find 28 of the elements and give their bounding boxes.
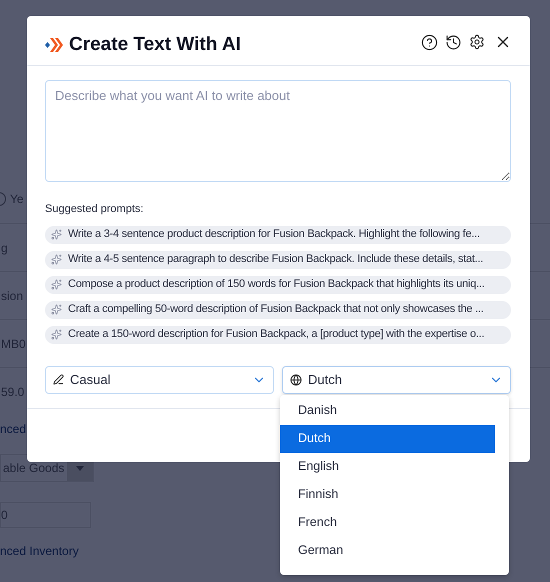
sparkle-icon: [51, 279, 62, 290]
language-option[interactable]: English: [280, 452, 495, 480]
history-icon[interactable]: [445, 34, 462, 50]
sparkle-icon: [51, 229, 62, 240]
prompt-chip[interactable]: Write a 4-5 sentence paragraph to describe Fusion Backpack. Include these details, stat...: [45, 250, 511, 268]
prompt-chip[interactable]: Compose a product description of 150 words for Fusion Backpack that highlights its uniq...: [45, 276, 511, 294]
language-option[interactable]: French: [280, 508, 495, 536]
suggested-prompts-label: Suggested prompts:: [45, 202, 144, 217]
prompt-chip[interactable]: Craft a compelling 50-word description of Fusion Backpack that not only showcases the ...: [45, 300, 511, 318]
settings-icon[interactable]: [469, 34, 485, 50]
pen-icon: [53, 374, 64, 385]
language-option[interactable]: German: [280, 536, 495, 564]
prompt-chip[interactable]: Create a 150-word description for Fusion Backpack, a [product type] with the expertise o...: [45, 326, 511, 344]
sparkle-icon: [51, 329, 62, 340]
language-option[interactable]: Finnish: [280, 480, 495, 508]
sparkle-icon: [51, 254, 62, 265]
language-option[interactable]: Danish: [280, 396, 495, 424]
language-option[interactable]: Dutch: [280, 424, 495, 452]
prompt-chip[interactable]: Write a 3-4 sentence product description for Fusion Backpack. Highlight the following fe...: [45, 226, 511, 244]
caret-icon: [76, 466, 84, 470]
globe-icon: [290, 374, 302, 386]
language-select[interactable]: Dutch: [282, 366, 511, 394]
help-icon[interactable]: [421, 34, 438, 50]
sparkle-icon: [51, 304, 62, 315]
dialog-title: Create Text With AI: [69, 33, 241, 57]
prompt-input[interactable]: Describe what you want AI to write about: [45, 80, 511, 182]
logo-icon: [45, 37, 63, 54]
tone-select[interactable]: Casual: [45, 366, 274, 394]
